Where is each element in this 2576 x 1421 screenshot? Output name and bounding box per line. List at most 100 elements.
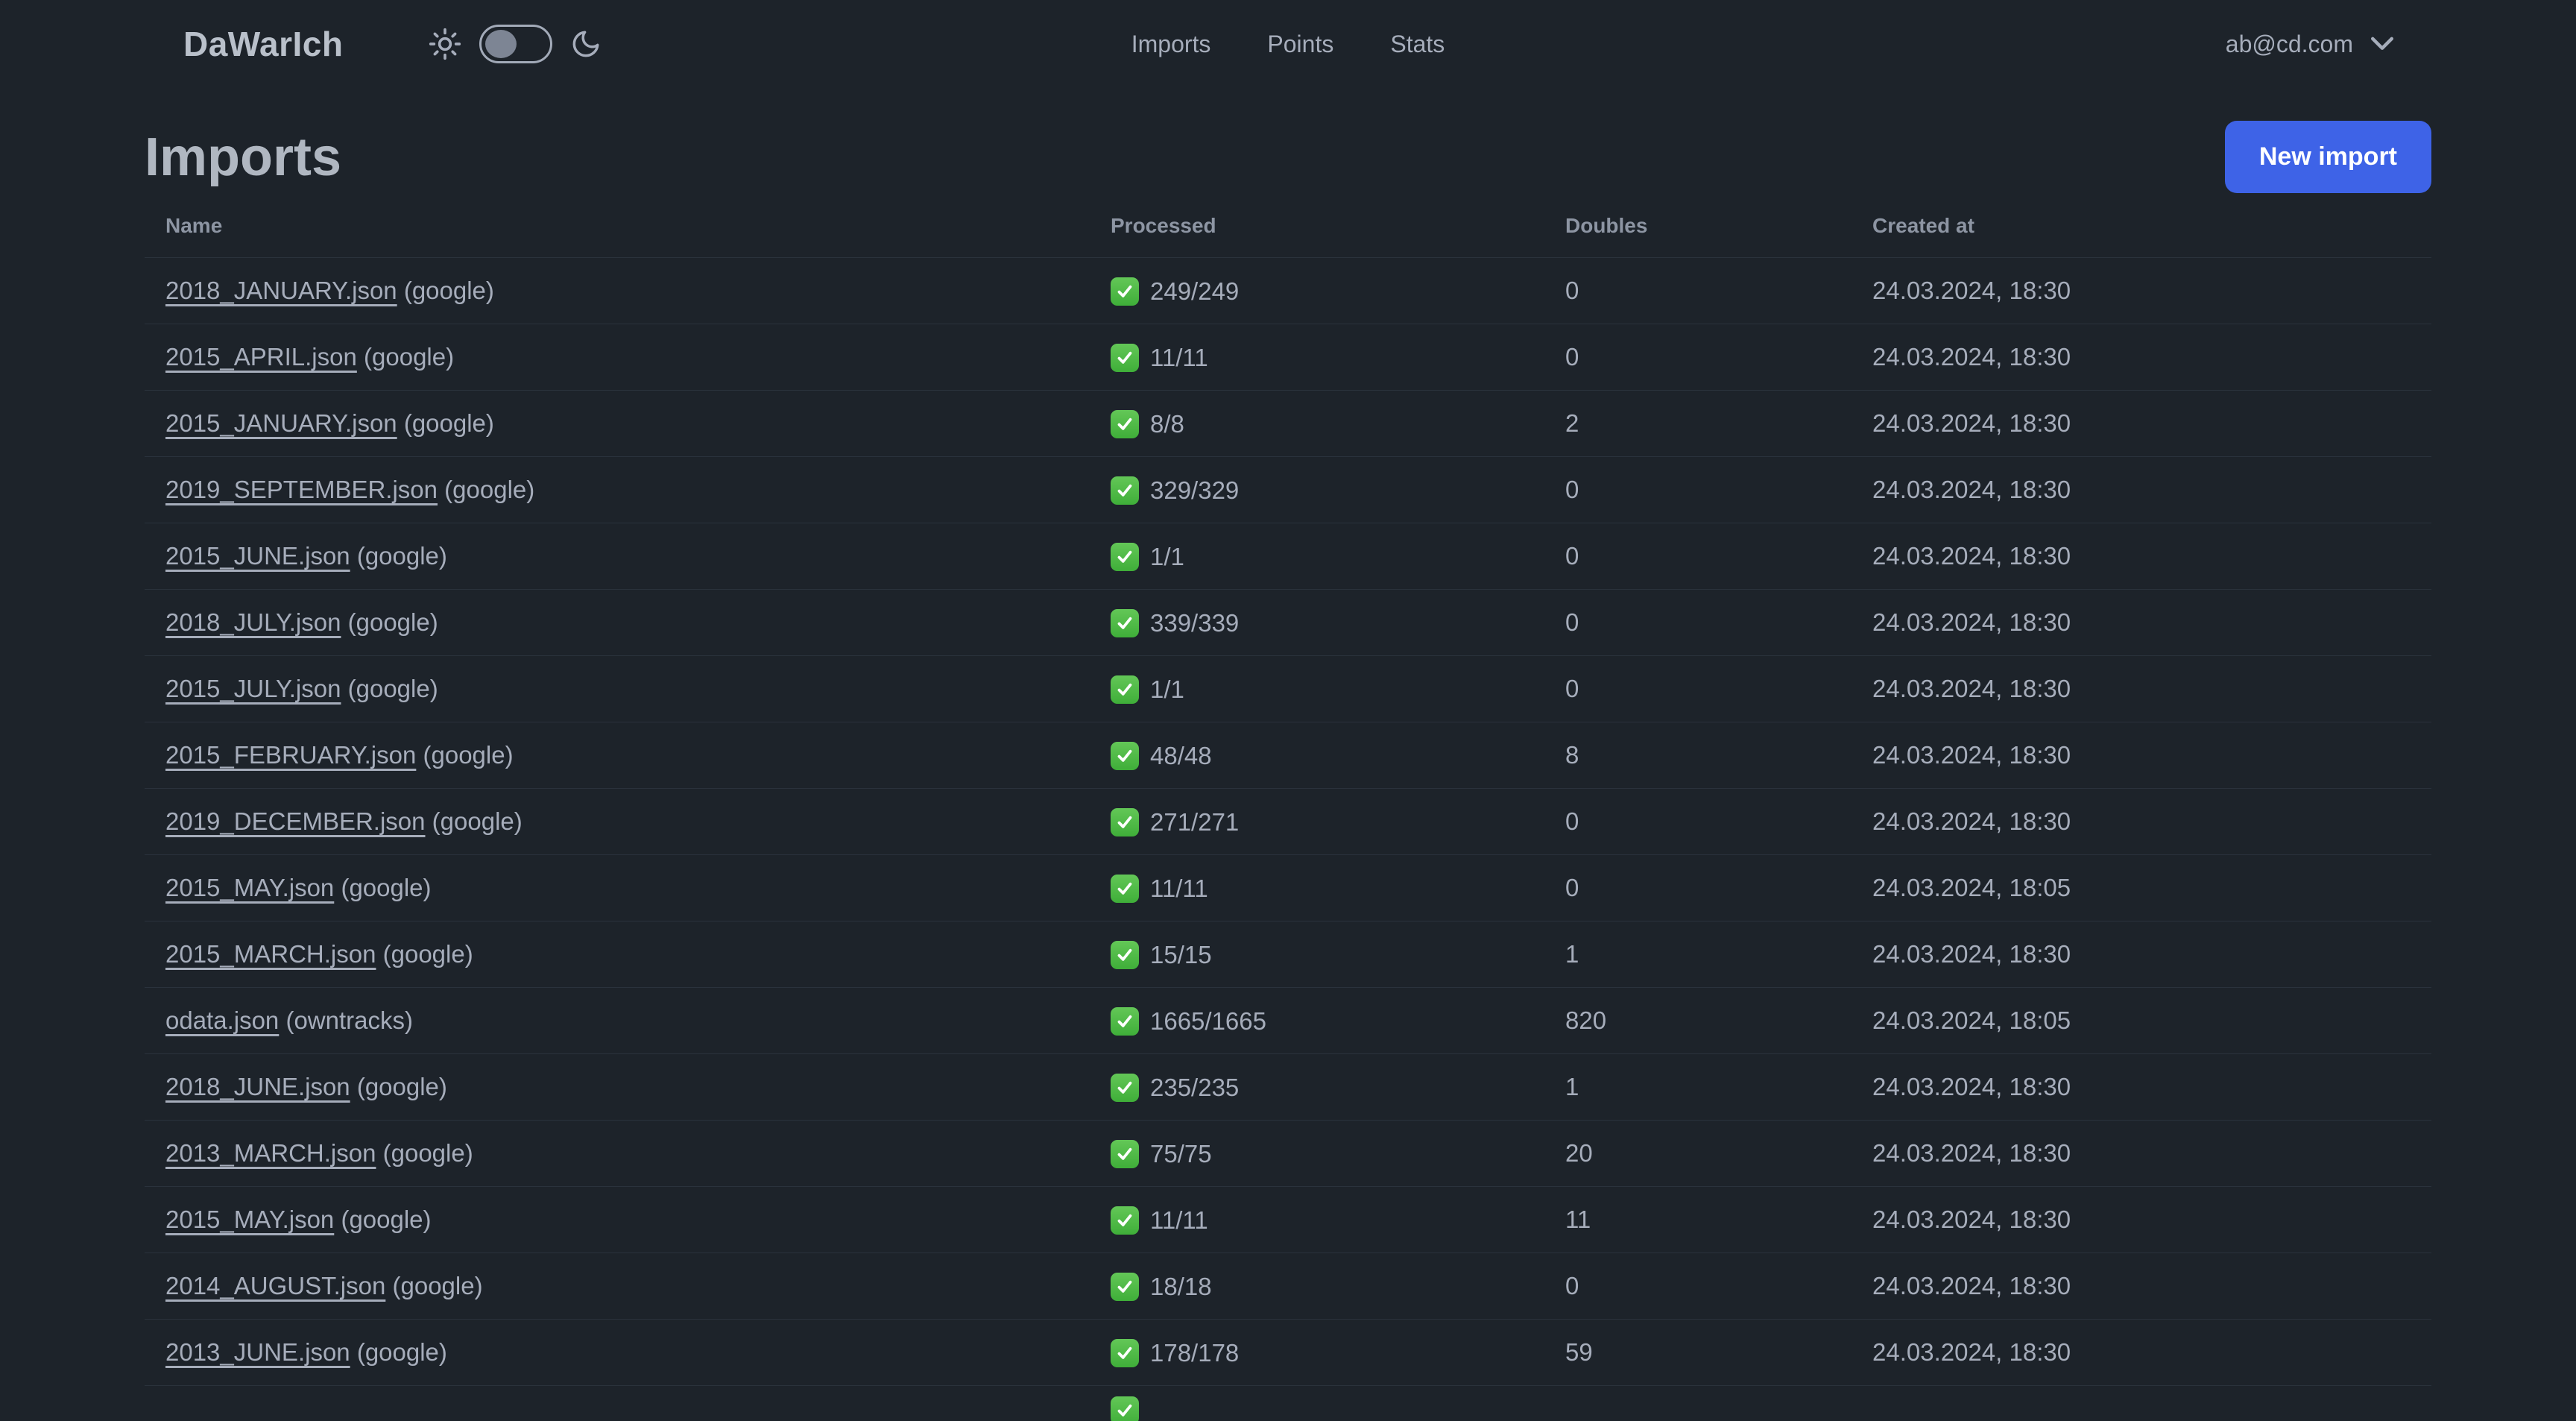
theme-toggle-switch[interactable]	[479, 25, 553, 63]
check-mark-icon	[1111, 344, 1139, 373]
check-mark-icon	[1111, 875, 1139, 904]
nav-link-stats[interactable]: Stats	[1390, 31, 1445, 58]
processed-cell: 8/8	[1090, 390, 1544, 457]
name-cell: 2015_APRIL.json (google)	[145, 324, 1090, 391]
doubles-value: 0	[1544, 257, 1852, 324]
import-source: (google)	[341, 608, 438, 636]
import-file-link[interactable]: 2018_JUNE.json	[165, 1073, 350, 1100]
toggle-knob	[485, 30, 517, 58]
name-cell: 2018_JUNE.json (google)	[145, 1053, 1090, 1121]
created-at-value: 24.03.2024, 18:30	[1852, 1253, 2431, 1320]
processed-value: 15/15	[1150, 941, 1212, 969]
processed-value: 18/18	[1150, 1273, 1212, 1301]
table-row: 2015_MAY.json (google) 11/11 0 24.03.2024, …	[145, 854, 2431, 921]
table-row: 2015_JULY.json (google) 1/1 0 24.03.2024, 1…	[145, 655, 2431, 722]
name-cell: 2014_AUGUST.json (google)	[145, 1253, 1090, 1320]
import-file-link[interactable]: 2018_JANUARY.json	[165, 277, 397, 304]
processed-value: 235/235	[1150, 1074, 1240, 1102]
created-at-value	[1852, 1385, 2431, 1421]
import-source: (owntracks)	[279, 1006, 413, 1034]
processed-cell: 11/11	[1090, 324, 1544, 391]
name-cell: 2015_JANUARY.json (google)	[145, 390, 1090, 457]
import-file-link[interactable]: odata.json	[165, 1006, 279, 1034]
doubles-value: 0	[1544, 523, 1852, 590]
import-file-link[interactable]: 2015_JANUARY.json	[165, 409, 397, 437]
name-cell: 2019_SEPTEMBER.json (google)	[145, 456, 1090, 523]
check-mark-icon	[1111, 476, 1139, 505]
created-at-value: 24.03.2024, 18:30	[1852, 456, 2431, 523]
import-source: (google)	[397, 277, 494, 304]
check-mark-icon	[1111, 277, 1139, 306]
check-mark-icon	[1111, 675, 1139, 705]
import-file-link[interactable]: 2015_FEBRUARY.json	[165, 741, 416, 769]
import-file-link[interactable]: 2015_APRIL.json	[165, 343, 357, 371]
table-row: odata.json (owntracks) 1665/1665 820 24.03.…	[145, 987, 2431, 1054]
doubles-value: 2	[1544, 390, 1852, 457]
page-head: Imports New import	[145, 121, 2431, 193]
new-import-button[interactable]: New import	[2224, 121, 2431, 193]
import-source: (google)	[356, 343, 455, 371]
doubles-value: 20	[1544, 1120, 1852, 1187]
processed-value: 75/75	[1150, 1140, 1212, 1168]
imports-page: Imports New import Name Processed Double…	[145, 121, 2431, 1421]
account-menu[interactable]: ab@cd.com	[2226, 31, 2395, 58]
nav-link-points[interactable]: Points	[1267, 31, 1333, 58]
check-mark-icon	[1111, 1273, 1139, 1302]
name-cell: 2018_JANUARY.json (google)	[145, 257, 1090, 324]
processed-value: 271/271	[1150, 808, 1240, 836]
check-mark-icon	[1111, 609, 1139, 638]
import-file-link[interactable]: 2019_DECEMBER.json	[165, 807, 426, 835]
check-mark-icon	[1111, 1074, 1139, 1103]
check-mark-icon	[1111, 1339, 1139, 1368]
processed-cell: 235/235	[1090, 1053, 1544, 1121]
created-at-value: 24.03.2024, 18:30	[1852, 921, 2431, 988]
doubles-value: 59	[1544, 1319, 1852, 1386]
processed-cell: 1665/1665	[1090, 987, 1544, 1054]
name-cell: 2015_JUNE.json (google)	[145, 523, 1090, 590]
import-file-link[interactable]: 2015_MARCH.json	[165, 940, 376, 968]
name-cell: 2015_MAY.json (google)	[145, 1186, 1090, 1253]
nav-link-imports[interactable]: Imports	[1131, 31, 1211, 58]
table-row: 2013_JUNE.json (google) 178/178 59 24.03.20…	[145, 1319, 2431, 1386]
app-logo[interactable]: DaWarIch	[183, 24, 343, 64]
table-row: 2019_SEPTEMBER.json (google) 329/329 0 24.0…	[145, 456, 2431, 523]
doubles-value: 0	[1544, 1253, 1852, 1320]
moon-icon	[570, 28, 602, 60]
import-file-link[interactable]: 2019_SEPTEMBER.json	[165, 476, 438, 503]
import-source: (google)	[376, 1139, 473, 1167]
navbar: DaWarIch Imports Points Stats ab@cd.com	[0, 0, 2576, 88]
import-file-link[interactable]: 2013_JUNE.json	[165, 1338, 350, 1366]
import-file-link[interactable]: 2015_JULY.json	[165, 675, 341, 702]
import-file-link[interactable]: 2015_JUNE.json	[165, 542, 350, 570]
processed-value: 11/11	[1150, 1206, 1208, 1235]
import-file-link[interactable]: 2015_MAY.json	[165, 874, 334, 901]
imports-table-body: 2018_JANUARY.json (google) 249/249 0 24.03.…	[145, 257, 2431, 1421]
name-cell: 2015_JULY.json (google)	[145, 655, 1090, 722]
import-file-link[interactable]: 2015_MAY.json	[165, 1206, 334, 1233]
import-file-link[interactable]: 2018_JULY.json	[165, 608, 341, 636]
table-row: 2015_MAY.json (google) 11/11 11 24.03.2024,…	[145, 1186, 2431, 1253]
name-cell: 2018_JULY.json (google)	[145, 589, 1090, 656]
doubles-value: 0	[1544, 655, 1852, 722]
column-header-doubles: Doubles	[1565, 214, 1648, 237]
created-at-value: 24.03.2024, 18:30	[1852, 1120, 2431, 1187]
check-mark-icon	[1111, 1140, 1139, 1169]
check-mark-icon	[1111, 808, 1139, 837]
import-source: (google)	[416, 741, 514, 769]
account-email: ab@cd.com	[2225, 30, 2353, 57]
processed-cell: 271/271	[1090, 788, 1544, 855]
doubles-value: 0	[1544, 854, 1852, 921]
import-file-link[interactable]: 2013_MARCH.json	[165, 1139, 376, 1167]
doubles-value: 0	[1544, 788, 1852, 855]
created-at-value: 24.03.2024, 18:30	[1852, 589, 2431, 656]
column-header-processed: Processed	[1111, 214, 1216, 237]
processed-value: 48/48	[1150, 742, 1212, 770]
import-file-link[interactable]: 2014_AUGUST.json	[165, 1272, 385, 1299]
processed-value: 1665/1665	[1150, 1007, 1266, 1036]
import-source: (google)	[397, 409, 494, 437]
check-mark-icon	[1111, 742, 1139, 771]
import-source: (google)	[350, 1338, 447, 1366]
doubles-value	[1544, 1385, 1852, 1421]
created-at-value: 24.03.2024, 18:30	[1852, 788, 2431, 855]
processed-value: 249/249	[1150, 277, 1240, 306]
